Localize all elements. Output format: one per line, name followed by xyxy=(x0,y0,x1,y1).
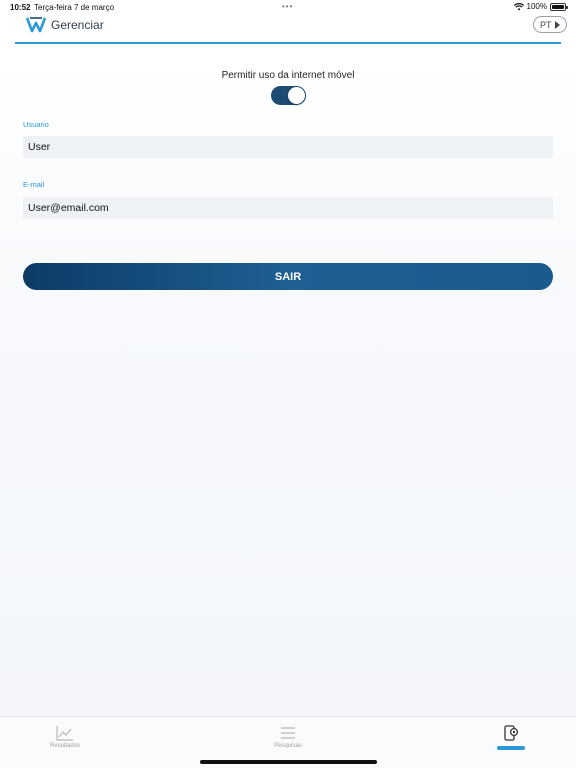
header-divider xyxy=(15,42,561,44)
language-code: PT xyxy=(540,19,552,30)
active-tab-indicator xyxy=(497,746,525,750)
multitasking-dots[interactable]: ••• xyxy=(282,2,293,11)
app-logo-icon xyxy=(26,17,46,33)
line-chart-icon xyxy=(56,726,73,741)
header: Gerenciar PT xyxy=(0,14,576,44)
tab-resultados[interactable]: Resultados xyxy=(15,725,115,761)
page-title: Gerenciar xyxy=(51,18,104,32)
username-field[interactable]: User xyxy=(23,136,553,158)
tab-gerenciar[interactable] xyxy=(461,725,561,761)
tab-label: Resultados xyxy=(49,743,81,749)
status-time: 10:52 xyxy=(10,3,31,12)
toggle-knob xyxy=(288,87,305,104)
tab-label: Pesquisas xyxy=(274,743,302,749)
tab-pesquisas[interactable]: Pesquisas xyxy=(238,725,338,761)
device-settings-icon xyxy=(504,725,519,741)
wifi-icon xyxy=(513,2,524,10)
email-field[interactable]: User@email.com xyxy=(23,197,553,219)
status-indicators: 100% xyxy=(513,2,568,11)
mobile-data-toggle[interactable] xyxy=(271,86,306,105)
mobile-data-label: Permitir uso da internet móvel xyxy=(221,70,355,81)
username-label: Usuario xyxy=(23,120,49,129)
email-label: E-mail xyxy=(23,180,45,189)
status-date: Terça-feira 7 de março xyxy=(34,3,115,12)
home-indicator[interactable] xyxy=(200,760,377,764)
list-icon xyxy=(281,727,295,739)
battery-icon xyxy=(550,2,568,11)
status-bar: 10:52 Terça-feira 7 de março ••• 100% xyxy=(0,0,576,14)
play-arrow-icon xyxy=(555,21,560,29)
language-selector-button[interactable]: PT xyxy=(533,16,567,33)
logout-button[interactable]: SAIR xyxy=(23,263,553,290)
battery-percentage: 100% xyxy=(526,2,547,11)
